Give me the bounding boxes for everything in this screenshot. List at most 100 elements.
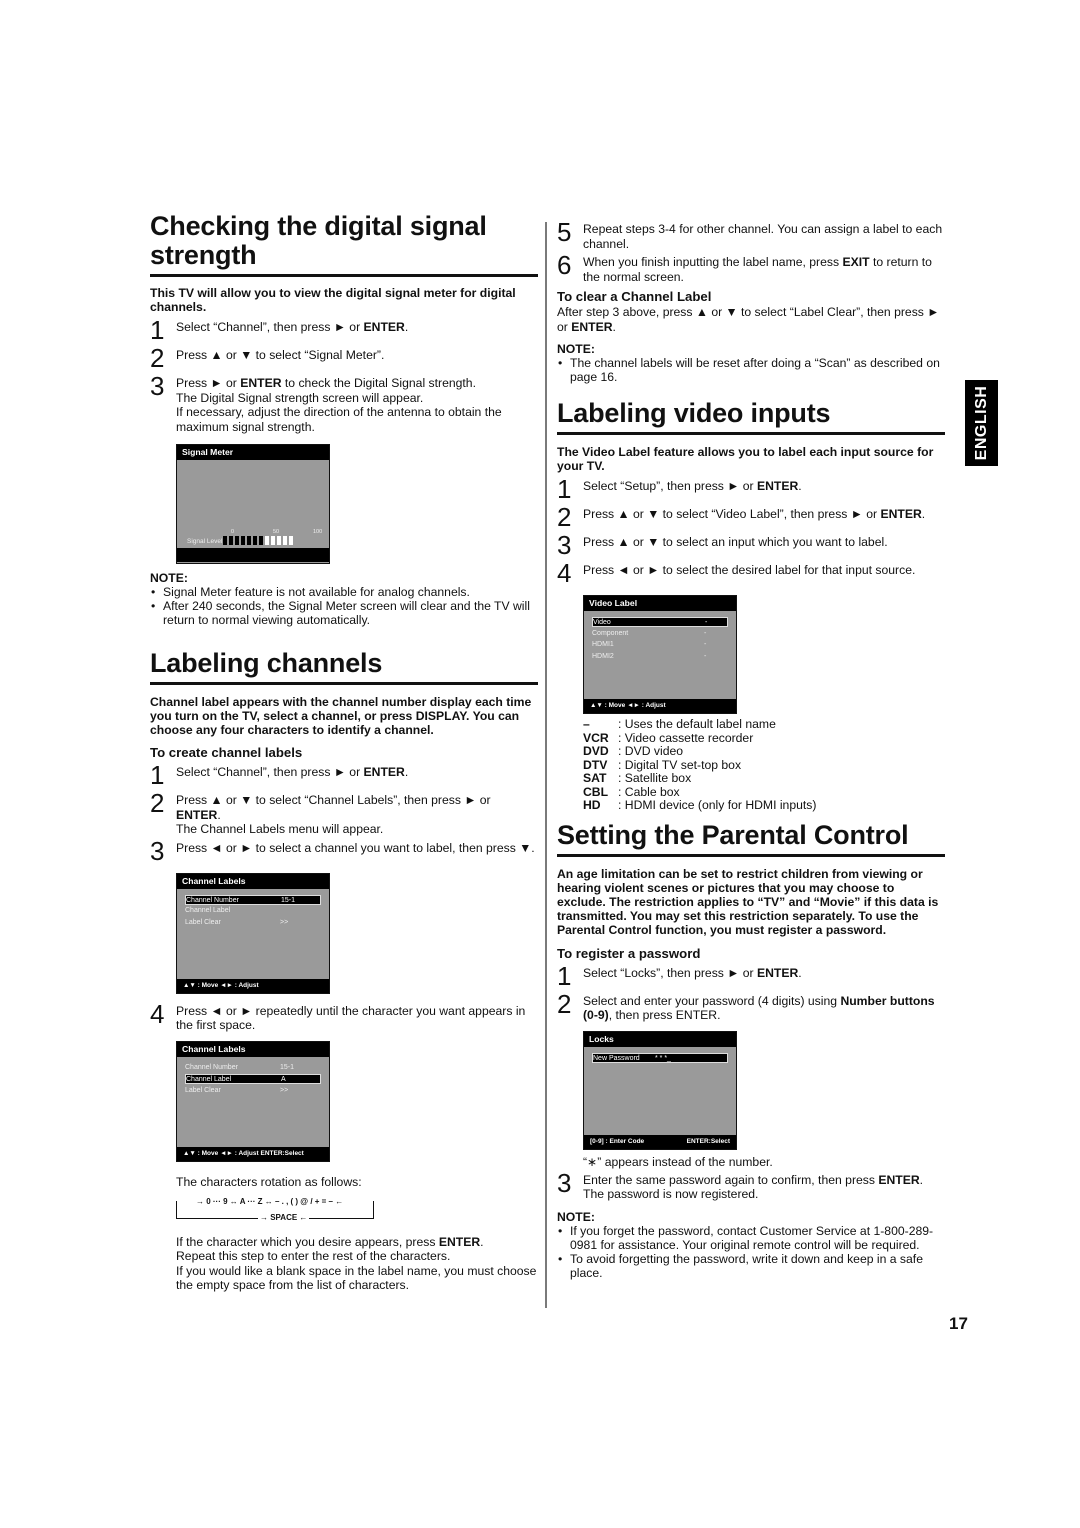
step-text: Press ▲ or ▼ to select “Channel Labels”,…: [176, 793, 491, 807]
step-text: .: [921, 507, 926, 521]
note-text: Signal Meter feature is not available fo…: [163, 585, 470, 599]
note-item: • Signal Meter feature is not available f…: [150, 585, 538, 599]
step-item: 3 Press ◄ or ► to select a channel you wa…: [150, 838, 538, 865]
label-description: : Uses the default label name: [618, 717, 776, 731]
step-text: Press ▲ or ▼ to select “Video Label”, th…: [583, 507, 881, 521]
step-text: to check the Digital Signal strength.: [281, 376, 476, 390]
label-option-row: CBL: Cable box: [583, 785, 945, 800]
note-text: If you forget the password, contact Cust…: [570, 1223, 934, 1252]
step-detail: The password is now registered.: [583, 1187, 759, 1201]
asterisk-note: “∗” appears instead of the number.: [583, 1154, 773, 1169]
step-item: 3 Press ► or ENTER to check the Digital S…: [150, 373, 538, 434]
step-bold-text: ENTER: [363, 320, 405, 334]
character-rotation-diagram: → 0 ··· 9 ↔ A ··· Z ↔ – . , ( ) @ / + = …: [176, 1195, 376, 1223]
note-item: • To avoid forgetting the password, write…: [557, 1252, 945, 1280]
step-number: 2: [557, 502, 572, 532]
label-code: VCR: [583, 730, 609, 745]
step-number: 2: [557, 988, 572, 1019]
step-number: 4: [557, 558, 572, 588]
step-number: 4: [150, 998, 165, 1029]
label-code: SAT: [583, 771, 607, 785]
step-number: 1: [150, 760, 165, 790]
note-item: • If you forget the password, contact Cus…: [557, 1224, 945, 1252]
signal-steps: 1 Select “Channel”, then press ► or ENTER…: [150, 317, 538, 434]
step-text: Press ► or: [176, 376, 241, 390]
signal-bar-filled: [223, 536, 227, 545]
step-text: Press ◄ or ► to select the desired label…: [583, 563, 916, 577]
menu-row: Channel Label: [185, 906, 321, 916]
label-option-row: DVD: DVD video: [583, 744, 945, 759]
label-description: : Video cassette recorder: [618, 730, 754, 745]
osd-header: Channel Labels: [177, 1041, 329, 1057]
step-text: When you finish inputting the label name…: [583, 255, 843, 269]
menu-row: HDMI1 -: [592, 640, 728, 650]
osd-footer: [177, 548, 329, 562]
section-title-channels: Labeling channels: [150, 649, 538, 685]
label-description: : HDMI device (only for HDMI inputs): [618, 798, 817, 812]
signal-level-label: Signal Level: [187, 538, 223, 545]
language-tab-label: ENGLISH: [972, 385, 990, 461]
channels-intro: Channel label appears with the channel n…: [150, 695, 532, 737]
row-label: Channel Label: [185, 907, 231, 914]
row-label: Channel Label: [186, 1076, 232, 1083]
row-label: Video: [593, 619, 611, 626]
section-title-video: Labeling video inputs: [557, 399, 945, 435]
step-text: , then press ENTER.: [608, 1008, 721, 1022]
step-number: 6: [557, 250, 572, 280]
channel-steps: 4 Press ◄ or ► repeatedly until the chara…: [150, 998, 538, 1033]
step-number: 2: [150, 343, 165, 373]
parental-notes: • If you forget the password, contact Cus…: [557, 1224, 945, 1280]
step-item: 1 Select “Channel”, then press ► or ENTER…: [150, 760, 538, 790]
label-description: : Satellite box: [618, 771, 692, 785]
signal-bar-empty: [289, 536, 293, 545]
signal-bar-filled: [253, 536, 257, 545]
step-text: .: [798, 965, 802, 980]
step-number: 3: [557, 1167, 572, 1198]
bold-text: ENTER: [571, 319, 613, 334]
note-text: To avoid forgetting the password, write …: [570, 1251, 923, 1280]
osd-footer: [0-9] : Enter Code ENTER:Select: [584, 1134, 736, 1149]
step-bold-text: ENTER: [240, 376, 282, 390]
step-item: 1 Select “Locks”, then press ► or ENTER.: [557, 960, 945, 991]
label-option-row: –: Uses the default label name: [583, 717, 945, 732]
step-text: Press ▲ or ▼ to select an input which yo…: [583, 535, 888, 549]
video-label-options: –: Uses the default label name VCR : Video…: [583, 717, 945, 813]
osd-footer: ▲▼ : Move ◄► : Adjust ENTER:Select: [177, 1146, 329, 1161]
text: If the character which you desire appear…: [176, 1234, 439, 1249]
clear-label-text: After step 3 above, press ▲ or ▼ to sele…: [557, 305, 945, 334]
osd-header: Video Label: [584, 596, 736, 611]
note-title: NOTE:: [150, 571, 188, 585]
step-item: 2 Press ▲ or ▼ to select “Signal Meter”.: [150, 343, 538, 373]
step-text: Select “Locks”, then press ► or: [583, 965, 757, 980]
create-labels-heading: To create channel labels: [150, 745, 303, 760]
signal-intro: This TV will allow you to view the digit…: [150, 286, 516, 314]
bullet-icon: •: [558, 1251, 563, 1266]
row-value: -: [705, 619, 708, 626]
step-number: 3: [557, 530, 572, 560]
signal-bar-filled: [259, 536, 263, 545]
row-value: A: [281, 1076, 286, 1083]
step-bold-text: ENTER: [880, 507, 922, 521]
video-label-screen: Video Label Video - Component - HDMI1 - HDMI2 -…: [583, 595, 737, 714]
osd-header: Signal Meter: [177, 445, 329, 460]
menu-row: Component -: [592, 629, 728, 639]
step-item: 4 Press ◄ or ► to select the desired labe…: [557, 558, 945, 588]
step-number: 1: [557, 960, 572, 991]
video-intro: The Video Label feature allows you to la…: [557, 445, 934, 473]
step-text: .: [404, 320, 409, 334]
channel-steps-continued: 5 Repeat steps 3-4 for other channel. You…: [557, 219, 945, 284]
step-text: .: [404, 765, 409, 779]
row-label: Channel Number: [185, 1063, 238, 1071]
label-option-row: VCR : Video cassette recorder: [583, 730, 945, 746]
signal-bar-filled: [241, 536, 245, 545]
row-value: 15-1: [280, 1063, 295, 1071]
channel-labels-screen-2: Channel Labels Channel Number 15-1 Channel…: [176, 1040, 330, 1162]
menu-row: Label Clear >>: [185, 1086, 321, 1096]
step-item: 3 Enter the same password again to confir…: [557, 1167, 945, 1202]
signal-bar-empty: [265, 536, 269, 545]
step-bold-text: ENTER: [756, 479, 799, 493]
label-option-row: DTV: Digital TV set-top box: [583, 758, 945, 773]
row-value: -: [704, 629, 707, 637]
footer-hint: [0-9] : Enter Code: [590, 1137, 645, 1145]
left-column: Checking the digital signal strength Thi…: [150, 212, 538, 1293]
